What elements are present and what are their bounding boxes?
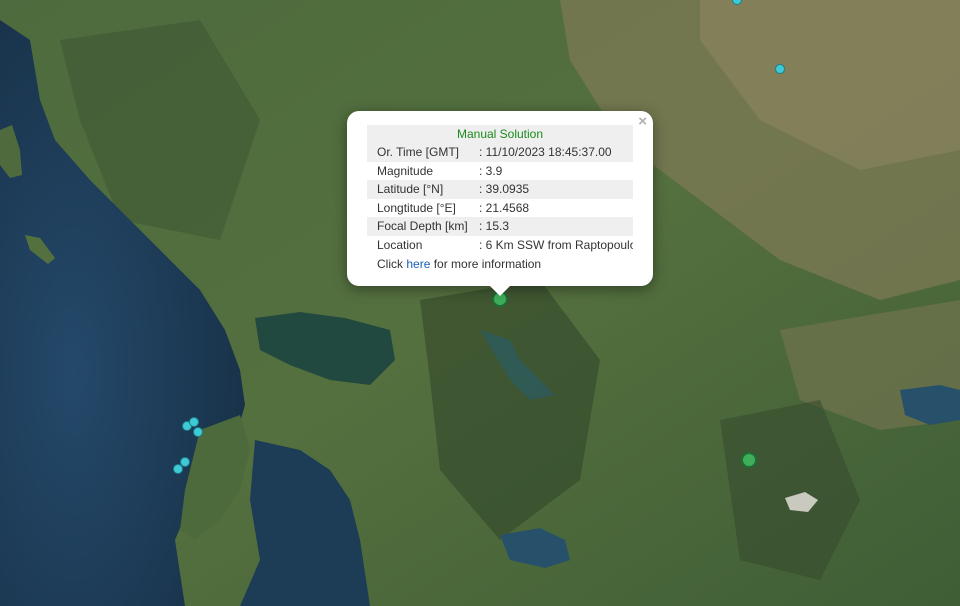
earthquake-marker-small[interactable] [775,64,785,74]
info-row-longitude: Longtitude [°E] : 21.4568 [367,199,633,218]
info-row-location: Location : 6 Km SSW from Raptopoulo [367,236,633,255]
info-label: Latitude [°N] [377,182,444,196]
info-label: Focal Depth [km] [377,219,468,233]
popup-tip [490,286,510,296]
info-value: : 15.3 [479,219,510,233]
earthquake-marker-small[interactable] [173,464,183,474]
info-value: : 39.0935 [479,182,530,196]
info-value: : 3.9 [479,163,503,178]
map-view[interactable]: × Manual Solution Or. Time [GMT] : 11/10… [0,0,960,606]
info-label: Or. Time [GMT] [377,145,460,159]
more-info-line: Click here for more information [367,254,633,274]
more-info-prefix: Click [377,257,407,271]
earthquake-marker-small[interactable] [189,417,199,427]
info-row-origin-time: Or. Time [GMT] : 11/10/2023 18:45:37.00 [367,143,633,162]
more-info-link[interactable]: here [406,257,430,271]
info-value: : 11/10/2023 18:45:37.00 [479,145,612,159]
info-value: : 21.4568 [479,200,530,215]
earthquake-marker-large[interactable] [741,452,757,468]
info-table: Or. Time [GMT] : 11/10/2023 18:45:37.00 … [367,143,633,254]
info-row-magnitude: Magnitude : 3.9 [367,162,633,181]
satellite-basemap[interactable] [0,0,960,606]
info-label: Location [377,237,423,252]
info-label: Magnitude [377,163,434,178]
popup-title: Manual Solution [367,125,633,143]
info-label: Longtitude [°E] [377,200,456,215]
info-row-focal-depth: Focal Depth [km] : 15.3 [367,217,633,236]
info-row-latitude: Latitude [°N] : 39.0935 [367,180,633,199]
popup-content: Manual Solution Or. Time [GMT] : 11/10/2… [367,125,633,274]
earthquake-info-popup: × Manual Solution Or. Time [GMT] : 11/10… [347,111,653,296]
close-icon[interactable]: × [638,114,647,130]
info-value: : 6 Km SSW from Raptopoulo [479,237,633,252]
earthquake-marker-small[interactable] [193,427,203,437]
more-info-suffix: for more information [430,257,542,271]
